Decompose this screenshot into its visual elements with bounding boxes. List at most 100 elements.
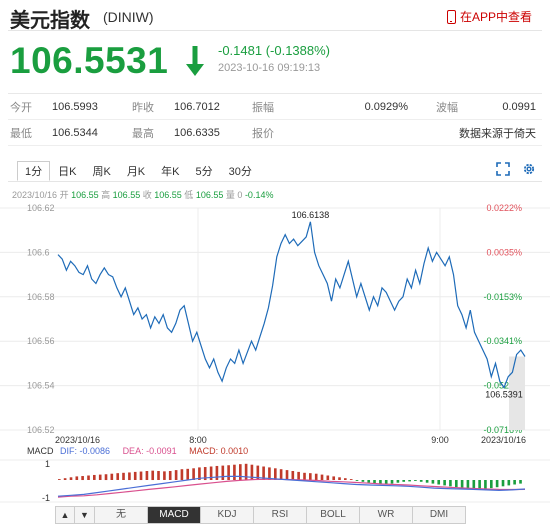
- indicator-tab-boll[interactable]: BOLL: [307, 506, 360, 524]
- stat-label: 昨收: [132, 101, 154, 114]
- macd-bar: [402, 480, 406, 482]
- stat-label: 振幅: [252, 101, 274, 114]
- tab-yearly[interactable]: 年K: [153, 161, 187, 181]
- tab-weekly[interactable]: 周K: [84, 161, 118, 181]
- macd-bar: [186, 468, 190, 481]
- indicator-tab-none[interactable]: 无: [95, 506, 148, 524]
- open-in-app-link[interactable]: 在APP中查看: [446, 8, 532, 25]
- macd-bar: [507, 480, 511, 486]
- tabs-divider: [8, 181, 542, 182]
- macd-bar: [180, 469, 184, 480]
- fullscreen-icon[interactable]: [496, 162, 510, 176]
- y-tick-right: -0.0341%: [483, 336, 522, 346]
- x-tick: 9:00: [431, 435, 449, 445]
- macd-y-tick: 1: [45, 459, 50, 469]
- legend-pct: -0.14%: [244, 190, 274, 200]
- macd-bar: [460, 480, 464, 489]
- y-tick-left: 106.52: [27, 425, 55, 435]
- y-tick-left: 106.54: [27, 381, 55, 391]
- macd-bar: [63, 478, 67, 480]
- price-change: -0.1481 (-0.1388%): [218, 43, 331, 58]
- macd-bar: [309, 473, 312, 480]
- annotation-label: 106.6138: [292, 210, 330, 220]
- indicator-tabs: ▲ ▼ 无 MACD KDJ RSI BOLL WR DMI: [55, 506, 466, 524]
- price-line: [57, 221, 526, 389]
- x-tick: 2023/10/16: [55, 435, 100, 445]
- legend-open-label: 开: [59, 190, 69, 200]
- legend-high: 106.55: [112, 190, 141, 200]
- legend-date: 2023/10/16: [12, 190, 58, 200]
- tab-1min[interactable]: 1分: [17, 161, 51, 181]
- macd-bar: [431, 480, 435, 484]
- macd-bar: [437, 480, 441, 485]
- quote-stats-table: 今开 106.5993 昨收 106.7012 振幅 0.0929% 波幅 0.…: [8, 93, 542, 146]
- stats-row-1: 今开 106.5993 昨收 106.7012 振幅 0.0929% 波幅 0.…: [8, 94, 542, 120]
- macd-bar: [303, 472, 306, 480]
- indicator-tab-macd[interactable]: MACD: [148, 506, 201, 524]
- macd-bar: [495, 480, 499, 488]
- stat-label: 最低: [10, 127, 32, 140]
- macd-legend: MACD DIF: -0.0086 DEA: -0.0091 MACD: 0.0…: [27, 446, 248, 456]
- macd-value: MACD: 0.0010: [189, 446, 249, 456]
- legend-low-label: 低: [184, 190, 194, 200]
- macd-bar: [443, 480, 446, 486]
- y-tick-left: 106.62: [27, 203, 55, 213]
- legend-high-label: 高: [101, 190, 111, 200]
- macd-bar: [408, 480, 411, 482]
- macd-bar: [320, 474, 324, 480]
- stat-value-high: 106.6335: [174, 126, 220, 139]
- macd-bar: [338, 477, 341, 480]
- macd-chart[interactable]: 1 -1: [0, 458, 550, 504]
- macd-bar: [128, 472, 131, 481]
- page-title: 美元指数: [10, 10, 90, 32]
- macd-bar: [104, 474, 108, 481]
- macd-bar: [449, 480, 452, 487]
- indicator-tab-rsi[interactable]: RSI: [254, 506, 307, 524]
- tab-daily[interactable]: 日K: [50, 161, 84, 181]
- price-chart[interactable]: 106.62 0.0222% 106.6 0.0035% 106.58 -0.0153% 1…: [0, 200, 550, 445]
- indicator-prev-button[interactable]: ▲: [55, 506, 75, 524]
- macd-title: MACD: [27, 446, 54, 456]
- chart-tools: [496, 162, 536, 176]
- macd-dea: DEA: -0.0091: [122, 446, 177, 456]
- macd-bar: [297, 471, 300, 480]
- macd-bar: [157, 471, 160, 480]
- macd-bar: [145, 471, 149, 480]
- legend-close: 106.55: [154, 190, 182, 200]
- stat-label: 最高: [132, 127, 154, 140]
- macd-bar: [87, 475, 90, 480]
- y-tick-right: -0.0153%: [483, 292, 522, 302]
- macd-bar: [244, 463, 248, 480]
- macd-bar: [501, 480, 505, 487]
- settings-icon[interactable]: [522, 162, 536, 176]
- stat-value-low: 106.5344: [52, 126, 98, 139]
- indicator-tab-wr[interactable]: WR: [360, 506, 413, 524]
- indicator-tab-kdj[interactable]: KDJ: [201, 506, 254, 524]
- macd-y-tick: -1: [42, 493, 50, 503]
- indicator-next-button[interactable]: ▼: [75, 506, 95, 524]
- macd-bar: [291, 471, 295, 480]
- macd-bar: [227, 465, 230, 481]
- stat-value-amplitude: 0.0929%: [364, 100, 408, 113]
- macd-bar: [110, 473, 114, 480]
- stat-value-prev-close: 106.7012: [174, 100, 220, 113]
- chart-period-tabs: 1分 日K 周K 月K 年K 5分 30分: [17, 161, 260, 181]
- macd-bar: [139, 471, 143, 481]
- tab-monthly[interactable]: 月K: [119, 161, 153, 181]
- macd-dif: DIF: -0.0086: [60, 446, 111, 456]
- legend-close-label: 收: [142, 190, 152, 200]
- header: 美元指数 (DINIW) 在APP中查看: [0, 0, 550, 34]
- macd-bar: [519, 480, 522, 484]
- header-divider: [8, 30, 542, 31]
- macd-bar: [390, 480, 394, 484]
- macd-bar: [361, 480, 365, 482]
- tab-30min[interactable]: 30分: [221, 161, 260, 181]
- tab-5min[interactable]: 5分: [188, 161, 221, 181]
- macd-bar: [367, 480, 371, 483]
- macd-bar: [396, 480, 400, 483]
- macd-bar: [163, 471, 166, 480]
- macd-bar: [355, 480, 359, 481]
- macd-bar: [233, 464, 236, 480]
- indicator-tab-dmi[interactable]: DMI: [413, 506, 466, 524]
- macd-bar: [98, 474, 102, 480]
